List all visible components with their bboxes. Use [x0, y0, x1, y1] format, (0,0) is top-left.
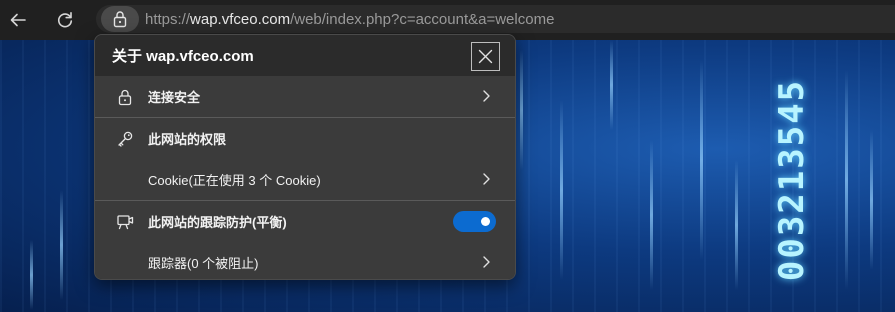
trackers-label: 跟踪器(0 个被阻止): [148, 256, 259, 271]
tracking-prevention-toggle[interactable]: [453, 211, 496, 232]
refresh-icon: [57, 12, 73, 28]
background-digits-text: 003213545: [772, 78, 813, 282]
cookies-label: Cookie(正在使用 3 个 Cookie): [148, 173, 321, 188]
light-streak: [610, 40, 613, 130]
tracking-prevention-row: 此网站的跟踪防护(平衡): [95, 201, 515, 242]
back-arrow-icon: [10, 13, 26, 27]
light-streak: [700, 60, 703, 260]
connection-secure-label: 连接安全: [148, 90, 201, 105]
refresh-button[interactable]: [51, 6, 79, 34]
connection-section: 连接安全: [95, 76, 515, 117]
background-digits: 003213545: [762, 78, 822, 282]
permissions-section: 此网站的权限 Cookie(正在使用 3 个 Cookie): [95, 118, 515, 200]
chevron-right-icon: [483, 256, 490, 268]
chevron-right-icon: [483, 90, 490, 102]
light-streak: [845, 70, 848, 290]
trackers-row[interactable]: 跟踪器(0 个被阻止): [95, 242, 515, 279]
close-button[interactable]: [471, 42, 500, 71]
popup-header: 关于 wap.vfceo.com: [95, 35, 515, 76]
tracking-section: 此网站的跟踪防护(平衡) 跟踪器(0 个被阻止): [95, 201, 515, 279]
address-bar[interactable]: https://wap.vfceo.com/web/index.php?c=ac…: [96, 5, 895, 33]
chevron-right-icon: [483, 173, 490, 185]
key-icon: [115, 129, 135, 149]
tracking-prevention-label: 此网站的跟踪防护(平衡): [148, 215, 287, 230]
site-info-popup: 关于 wap.vfceo.com 连接安全 此网站的权限 Cookie(正在使用…: [94, 34, 516, 280]
toggle-knob: [481, 217, 490, 226]
url-prefix: https://: [145, 10, 191, 28]
tracking-prevention-icon: [115, 212, 135, 232]
light-streak: [870, 130, 873, 270]
lock-icon: [113, 11, 127, 28]
light-streak: [650, 140, 653, 290]
light-streak: [520, 50, 523, 170]
permissions-row: 此网站的权限: [95, 118, 515, 159]
back-button[interactable]: [4, 6, 32, 34]
lock-icon: [115, 87, 135, 107]
popup-title: 关于 wap.vfceo.com: [112, 48, 254, 65]
permissions-label: 此网站的权限: [148, 132, 227, 147]
light-streak: [560, 100, 563, 280]
url-host: wap.vfceo.com: [190, 10, 291, 28]
light-streak: [30, 240, 33, 310]
site-info-button[interactable]: [101, 6, 139, 32]
url-path: /web/index.php?c=account&a=welcome: [290, 10, 555, 28]
connection-secure-row[interactable]: 连接安全: [95, 76, 515, 117]
light-streak: [735, 160, 738, 290]
light-streak: [60, 190, 63, 300]
close-icon: [478, 49, 493, 64]
url-text[interactable]: https://wap.vfceo.com/web/index.php?c=ac…: [145, 11, 554, 28]
cookies-row[interactable]: Cookie(正在使用 3 个 Cookie): [95, 159, 515, 200]
